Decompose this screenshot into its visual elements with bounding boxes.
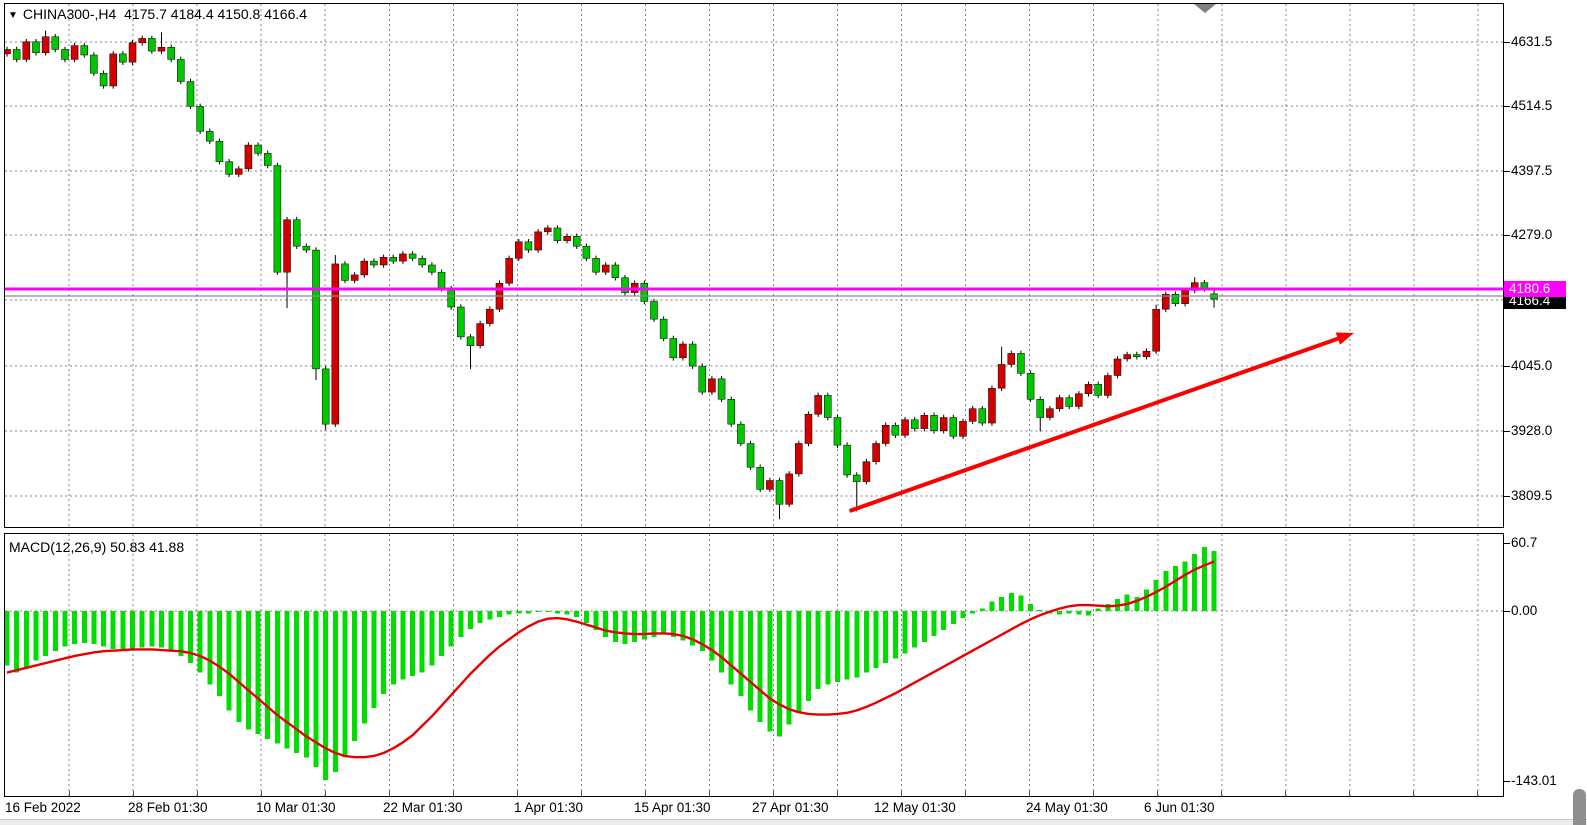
trading-chart-window: ▼ CHINA300-,H4 4175.7 4184.4 4150.8 4166.… [0,0,1587,825]
time-axis-tick [69,791,70,797]
ohlc-open: 4175.7 [124,6,167,22]
window-bottom-edge [0,819,1587,825]
time-axis-tick [1093,791,1094,797]
time-axis-tick [1157,791,1158,797]
axis-tick [1503,431,1510,432]
time-axis-tick [1349,791,1350,797]
ohlc-low: 4150.8 [218,6,261,22]
axis-tick [1503,611,1510,612]
time-scale-axis[interactable]: 16 Feb 2022 28 Feb 01:30 10 Mar 01:30 22 Ma… [0,797,1587,819]
axis-tick [1503,366,1510,367]
price-chart-canvas[interactable] [5,4,1503,527]
macd-canvas[interactable] [5,534,1503,796]
axis-tick [1503,171,1510,172]
price-axis-label: 3809.5 [1511,488,1552,504]
time-axis-tick [389,791,390,797]
macd-histogram [5,547,1217,780]
time-axis-label: 15 Apr 01:30 [634,800,711,815]
time-axis-tick [325,791,326,797]
time-axis-tick [1221,791,1222,797]
time-axis-label: 24 May 01:30 [1026,800,1108,815]
time-axis-tick [1285,791,1286,797]
time-axis-tick [197,791,198,797]
vertical-scrollbar-thumb[interactable] [1573,789,1586,825]
chart-title: ▼ CHINA300-,H4 4175.7 4184.4 4150.8 4166.… [8,6,307,22]
ohlc-high: 4184.4 [171,6,214,22]
time-axis-tick [261,791,262,797]
time-axis-tick [901,791,902,797]
macd-indicator-pane[interactable] [4,533,1504,797]
macd-indicator-label: MACD(12,26,9) 50.83 41.88 [9,539,184,555]
time-axis-tick [709,791,710,797]
time-axis-label: 28 Feb 01:30 [128,800,208,815]
axis-tick [1503,781,1510,782]
time-axis-label: 16 Feb 2022 [5,800,81,815]
price-axis-label: 4631.5 [1511,34,1552,50]
price-chart-pane[interactable] [4,3,1504,528]
symbol-dropdown-icon[interactable]: ▼ [8,10,18,21]
axis-tick [1503,543,1510,544]
price-axis-label: 3928.0 [1511,423,1552,439]
scroll-to-end-marker-icon[interactable] [1194,4,1216,13]
time-axis-tick [1477,791,1478,797]
macd-values: 50.83 41.88 [110,539,184,555]
time-axis-label: 27 Apr 01:30 [752,800,829,815]
horizontal-line-price-tag[interactable]: 4180.6 [1504,281,1566,297]
macd-axis-label: 60.7 [1511,535,1537,551]
time-axis-tick [581,791,582,797]
time-axis-tick [773,791,774,797]
axis-tick [1503,496,1510,497]
symbol-timeframe: CHINA300-,H4 [23,6,116,22]
axis-tick [1503,42,1510,43]
time-axis-label: 1 Apr 01:30 [514,800,583,815]
time-axis-tick [133,791,134,797]
price-axis-label: 4397.5 [1511,163,1552,179]
time-axis-tick [837,791,838,797]
time-axis-label: 10 Mar 01:30 [256,800,336,815]
ohlc-close: 4166.4 [264,6,307,22]
time-axis-tick [453,791,454,797]
time-axis-tick [1029,791,1030,797]
price-scale-axis[interactable]: 4631.5 4514.5 4397.5 4279.0 4045.0 3928.0 3809… [1504,0,1587,797]
time-axis-tick [1413,791,1414,797]
time-axis-tick [965,791,966,797]
axis-tick [1503,106,1510,107]
price-axis-label: 4279.0 [1511,227,1552,243]
axis-tick [1503,235,1510,236]
macd-axis-label: 0.00 [1511,603,1537,619]
time-axis-tick [645,791,646,797]
time-axis-tick [517,791,518,797]
macd-name: MACD(12,26,9) [9,539,106,555]
time-axis-label: 6 Jun 01:30 [1144,800,1215,815]
price-axis-label: 4045.0 [1511,358,1552,374]
price-axis-label: 4514.5 [1511,98,1552,114]
macd-axis-label: -143.01 [1511,773,1557,789]
horizontal-price-line[interactable] [5,288,1503,291]
time-axis-label: 12 May 01:30 [874,800,956,815]
time-axis-label: 22 Mar 01:30 [383,800,463,815]
